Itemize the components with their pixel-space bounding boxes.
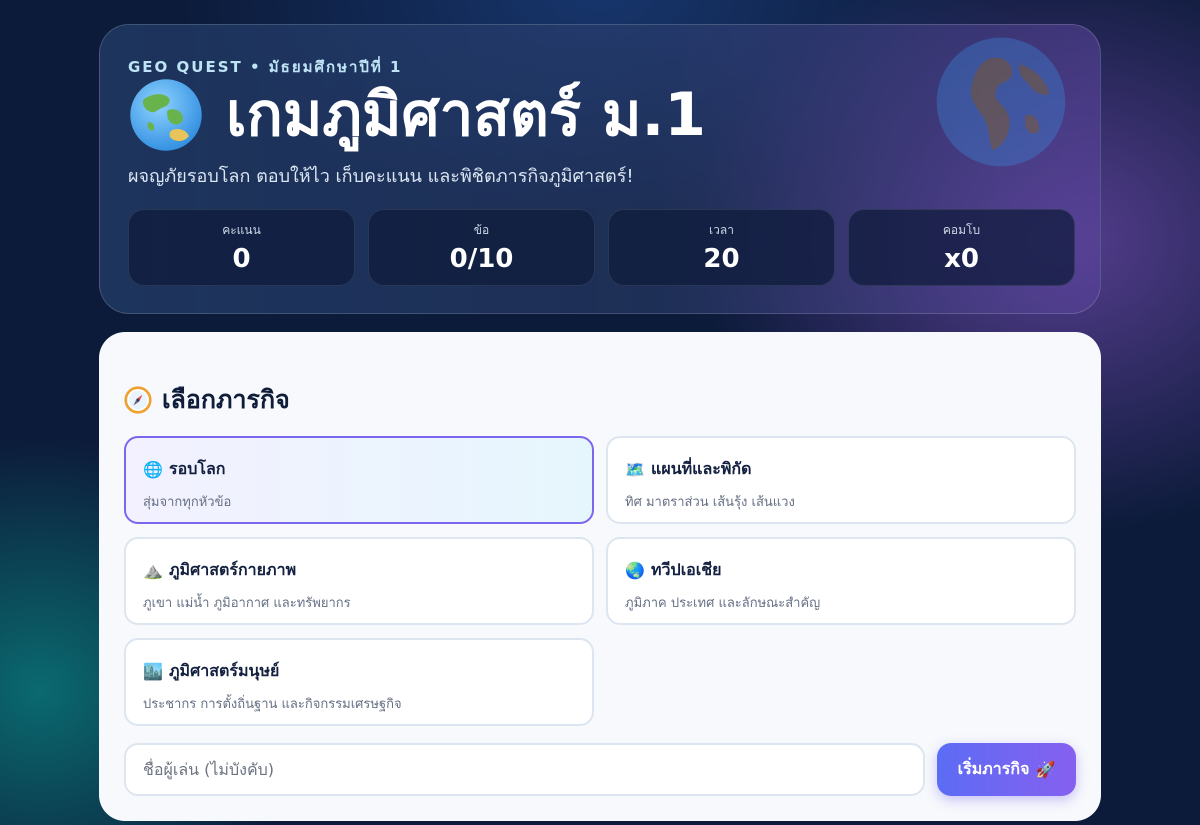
mission-desc: ภูมิภาค ประเทศ และลักษณะสำคัญ [625, 596, 821, 611]
mission-section-title-text: เลือกภารกิจ [162, 385, 290, 414]
mission-desc: ภูเขา แม่น้ำ ภูมิอากาศ และทรัพยากร [143, 596, 351, 611]
stat-score-label: คะแนน [222, 223, 261, 237]
mission-panel: เลือกภารกิจ 🌐 รอบโลก สุ่มจากทุกหัวข้อ 🗺️… [99, 332, 1101, 821]
stat-time: เวลา 20 [608, 209, 835, 286]
stat-combo-value: x0 [944, 244, 979, 274]
player-name-input[interactable] [124, 743, 925, 796]
mission-title-row: ⛰️ ภูมิศาสตร์กายภาพ [143, 558, 575, 583]
mission-card-physical[interactable]: ⛰️ ภูมิศาสตร์กายภาพ ภูเขา แม่น้ำ ภูมิอาก… [124, 537, 594, 625]
page-subtitle: ผจญภัยรอบโลก ตอบให้ไว เก็บคะแนน และพิชิต… [128, 166, 634, 187]
mission-title: รอบโลก [169, 459, 226, 478]
stat-score-value: 0 [232, 244, 251, 274]
mission-list: 🌐 รอบโลก สุ่มจากทุกหัวข้อ 🗺️ แผนที่และพิ… [124, 436, 1076, 726]
world-map-icon: 🗺️ [625, 460, 645, 479]
stat-score: คะแนน 0 [128, 209, 355, 286]
stat-time-label: เวลา [709, 223, 734, 237]
stat-question-value: 0/10 [449, 244, 514, 274]
mission-title: ภูมิศาสตร์กายภาพ [169, 560, 297, 579]
game-eyebrow: GEO QUEST • มัธยมศึกษาปีที่ 1 [128, 58, 403, 76]
start-mission-label: เริ่มภารกิจ [957, 759, 1030, 778]
mission-desc: สุ่มจากทุกหัวข้อ [143, 495, 232, 510]
mission-card-human[interactable]: 🏙️ ภูมิศาสตร์มนุษย์ ประชากร การตั้งถิ่นฐ… [124, 638, 594, 726]
mission-title-row: 🏙️ ภูมิศาสตร์มนุษย์ [143, 659, 575, 684]
mission-desc: ทิศ มาตราส่วน เส้นรุ้ง เส้นแวง [625, 495, 795, 510]
mission-section-title: เลือกภารกิจ [124, 380, 290, 420]
start-mission-button[interactable]: เริ่มภารกิจ 🚀 [937, 743, 1076, 796]
mission-card-world[interactable]: 🌐 รอบโลก สุ่มจากทุกหัวข้อ [124, 436, 594, 524]
globe-decoration-icon [936, 37, 1066, 167]
globe-icon [130, 79, 202, 151]
stat-combo: คอมโบ x0 [848, 209, 1075, 286]
mission-title: แผนที่และพิกัด [651, 459, 752, 478]
stats-bar: คะแนน 0 ข้อ 0/10 เวลา 20 คอมโบ x0 [128, 209, 1075, 286]
mission-card-asia[interactable]: 🌏 ทวีปเอเชีย ภูมิภาค ประเทศ และลักษณะสำค… [606, 537, 1076, 625]
mission-title: ภูมิศาสตร์มนุษย์ [169, 661, 280, 680]
globe-asia-icon: 🌏 [625, 561, 645, 580]
title-row: เกมภูมิศาสตร์ ม.1 [128, 77, 706, 153]
page-title: เกมภูมิศาสตร์ ม.1 [226, 79, 707, 150]
compass-icon [124, 386, 152, 414]
mission-title-row: 🌏 ทวีปเอเชีย [625, 558, 1057, 583]
mission-card-maps[interactable]: 🗺️ แผนที่และพิกัด ทิศ มาตราส่วน เส้นรุ้ง… [606, 436, 1076, 524]
mountain-icon: ⛰️ [143, 561, 163, 580]
stat-combo-label: คอมโบ [942, 223, 981, 237]
stat-question-label: ข้อ [473, 223, 490, 237]
stat-time-value: 20 [703, 244, 740, 274]
stat-question: ข้อ 0/10 [368, 209, 595, 286]
mission-desc: ประชากร การตั้งถิ่นฐาน และกิจกรรมเศรษฐกิ… [143, 697, 402, 712]
rocket-icon: 🚀 [1035, 760, 1056, 779]
mission-title: ทวีปเอเชีย [651, 560, 722, 579]
hero-banner: GEO QUEST • มัธยมศึกษาปีที่ 1 เกมภูมิศาส… [99, 24, 1101, 314]
mission-title-row: 🗺️ แผนที่และพิกัด [625, 457, 1057, 482]
globe-meridians-icon: 🌐 [143, 460, 163, 479]
cityscape-icon: 🏙️ [143, 662, 163, 681]
mission-title-row: 🌐 รอบโลก [143, 457, 575, 482]
